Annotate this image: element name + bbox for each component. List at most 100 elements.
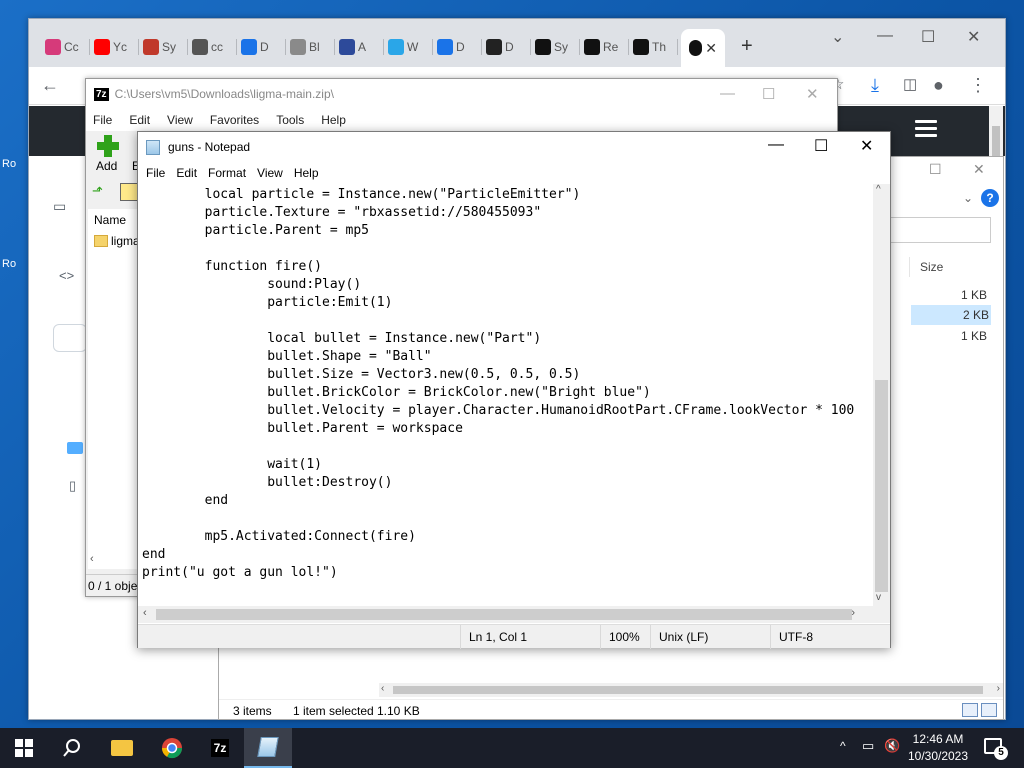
menu-file[interactable]: File <box>146 166 165 180</box>
close-button[interactable]: ✕ <box>973 161 985 178</box>
clock[interactable]: 12:46 AM 10/30/2023 <box>902 731 974 765</box>
menu-view[interactable]: View <box>257 166 283 180</box>
menu-format[interactable]: Format <box>208 166 246 180</box>
tab-13[interactable]: Th <box>633 35 678 59</box>
notification-icon[interactable]: 5 <box>984 738 1008 760</box>
side-panel-icon[interactable]: ◫ <box>903 75 917 93</box>
add-button[interactable]: Add <box>96 159 117 173</box>
tab-7[interactable]: A <box>339 35 384 59</box>
close-button[interactable]: ✕ <box>806 85 819 103</box>
taskbar-7zip[interactable]: 7z <box>196 728 244 768</box>
search-button[interactable] <box>48 728 96 768</box>
back-icon[interactable]: ← <box>41 75 59 96</box>
tab-6[interactable]: Bl <box>290 35 335 59</box>
code-text[interactable]: local particle = Instance.new("ParticleE… <box>142 186 874 606</box>
desktop-icon-label[interactable]: Ro <box>2 258 16 270</box>
menu-edit[interactable]: Edit <box>129 113 150 127</box>
tab-2[interactable]: Yc <box>94 35 139 59</box>
address-icon <box>120 183 138 201</box>
tab-label: Cc <box>64 40 79 54</box>
menu-file[interactable]: File <box>93 113 112 127</box>
cursor-position: Ln 1, Col 1 <box>460 625 527 649</box>
maximize-button[interactable]: ☐ <box>929 161 942 178</box>
windows-icon <box>15 739 33 757</box>
tab-3[interactable]: Sy <box>143 35 188 59</box>
github-icon <box>584 39 600 55</box>
details-view-icon <box>962 703 978 717</box>
encoding: UTF-8 <box>770 625 892 649</box>
column-size[interactable]: Size <box>909 257 997 277</box>
file-size[interactable]: 1 KB <box>919 326 989 346</box>
tab-12[interactable]: Re <box>584 35 629 59</box>
start-button[interactable] <box>0 728 48 768</box>
menu-help[interactable]: Help <box>294 166 319 180</box>
tab-active[interactable]: ✕ <box>681 29 725 67</box>
menu-favorites[interactable]: Favorites <box>210 113 259 127</box>
scroll-thumb <box>875 380 888 592</box>
menu-kebab-icon[interactable]: ⋮ <box>969 75 987 96</box>
tab-label: A <box>358 40 367 54</box>
minimize-button[interactable]: — <box>768 136 784 154</box>
taskbar-file-explorer[interactable] <box>98 728 146 768</box>
up-folder-icon[interactable]: ⬏ <box>92 183 103 199</box>
threads-icon <box>633 39 649 55</box>
taskbar: 7z ^ ▭ 🔇 12:46 AM 10/30/2023 5 <box>0 728 1024 768</box>
tab-label: Sy <box>162 40 177 54</box>
download-icon <box>241 39 257 55</box>
tab-11[interactable]: Sy <box>535 35 580 59</box>
add-icon[interactable] <box>96 134 120 158</box>
tab-10[interactable]: D <box>486 35 531 59</box>
tab-8[interactable]: W <box>388 35 433 59</box>
horizontal-scrollbar[interactable]: ‹ › <box>138 606 875 623</box>
close-tab-icon[interactable]: ✕ <box>705 40 717 57</box>
tab-5[interactable]: D <box>241 35 286 59</box>
show-hidden-icons[interactable]: ^ <box>840 739 846 768</box>
vertical-scrollbar[interactable]: ^ v <box>873 184 890 606</box>
desktop-icon-label[interactable]: Ro <box>2 158 16 170</box>
tab-1[interactable]: Cc <box>45 35 90 59</box>
network-icon[interactable]: ▭ <box>862 738 874 768</box>
symbol-icon <box>143 39 159 55</box>
column-name[interactable]: Name <box>94 213 126 227</box>
new-tab-button[interactable]: + <box>741 35 753 58</box>
chevron-down-icon[interactable]: ⌄ <box>963 191 973 205</box>
notification-count: 5 <box>994 746 1008 760</box>
help-icon[interactable]: ? <box>981 189 999 207</box>
search-input[interactable] <box>889 217 991 243</box>
file-size[interactable]: 1 KB <box>919 285 989 305</box>
resize-grip[interactable] <box>873 606 890 623</box>
profile-icon[interactable]: ● <box>933 75 944 96</box>
terminal-icon <box>486 39 502 55</box>
minimize-button[interactable]: — <box>877 27 893 45</box>
tab-9[interactable]: D <box>437 35 482 59</box>
text-editor[interactable]: local particle = Instance.new("ParticleE… <box>138 184 874 737</box>
branch-button[interactable] <box>53 324 87 352</box>
minimize-button[interactable]: — <box>720 85 735 102</box>
file-list <box>88 209 138 569</box>
maximize-button[interactable]: ☐ <box>814 136 828 156</box>
download-icon[interactable]: ⤓ <box>871 75 879 96</box>
view-toggle[interactable] <box>959 702 997 724</box>
taskbar-chrome[interactable] <box>148 728 196 768</box>
menu-tools[interactable]: Tools <box>276 113 304 127</box>
github-icon <box>689 40 703 56</box>
menu-edit[interactable]: Edit <box>176 166 197 180</box>
hamburger-menu-icon[interactable] <box>915 120 937 141</box>
maximize-button[interactable]: ☐ <box>921 27 935 47</box>
file-size-selected[interactable]: 2 KB <box>911 305 991 325</box>
close-button[interactable]: ✕ <box>860 136 873 156</box>
menu-view[interactable]: View <box>167 113 193 127</box>
volume-muted-icon[interactable]: 🔇 <box>884 738 900 768</box>
chrome-tabbar: Cc Yc Sy cc D Bl A W D D Sy Re Th ✕ + ⌄ — ☐ ✕ <box>29 19 1005 67</box>
window-title: guns - Notepad <box>168 140 251 154</box>
7zip-icon: 7z <box>210 739 230 757</box>
tab-4[interactable]: cc <box>192 35 237 59</box>
menu-help[interactable]: Help <box>321 113 346 127</box>
folder-icon <box>67 442 83 454</box>
close-button[interactable]: ✕ <box>967 27 980 47</box>
taskbar-notepad[interactable] <box>244 728 292 768</box>
scroll-left-icon[interactable]: ‹ <box>90 553 94 565</box>
maximize-button[interactable]: ☐ <box>762 85 775 103</box>
list-item[interactable]: ligma <box>94 234 140 248</box>
tab-search-icon[interactable]: ⌄ <box>831 27 844 47</box>
